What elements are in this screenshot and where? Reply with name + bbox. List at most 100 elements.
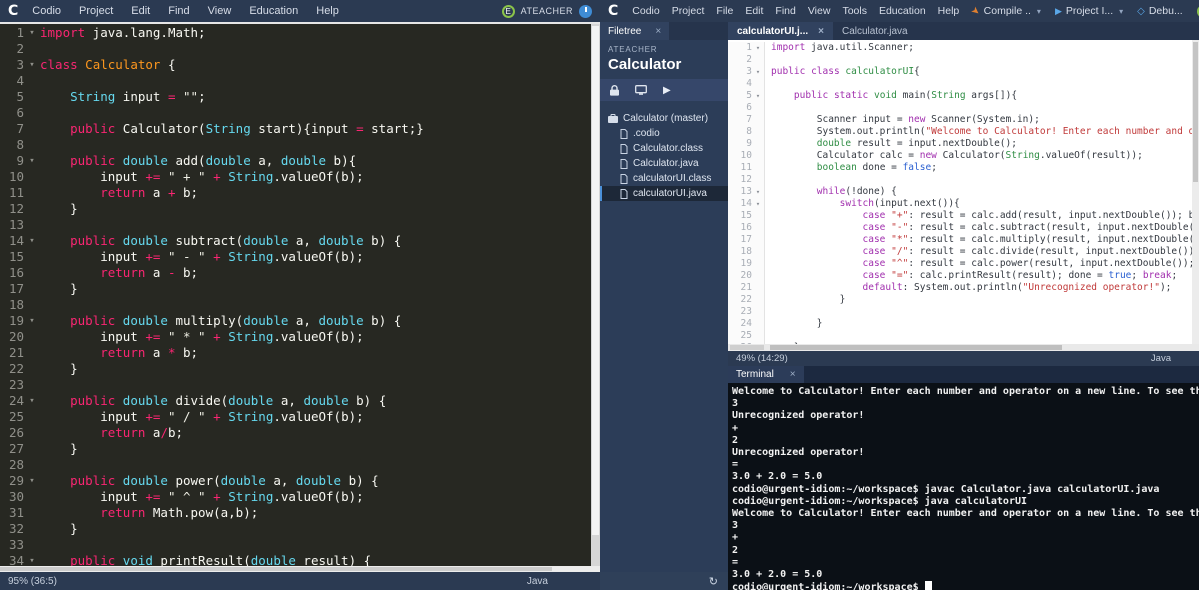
fold-arrow-icon[interactable]: ▾ [752, 198, 764, 210]
token: double [123, 473, 168, 488]
file-item-calculator-class[interactable]: Calculator.class [600, 141, 728, 156]
line-number: 6 [0, 105, 24, 121]
token [206, 489, 214, 504]
file-item-calculatorui-java[interactable]: calculatorUI.java [600, 186, 728, 201]
line-number: 8 [0, 137, 24, 153]
line-number: 30 [0, 489, 24, 505]
scrollbar-thumb[interactable] [770, 345, 1062, 350]
fold-arrow-icon[interactable]: ▾ [24, 553, 40, 566]
fold-arrow-icon[interactable]: ▾ [752, 42, 764, 54]
close-icon[interactable]: × [655, 26, 661, 37]
menu-item-project[interactable]: Project [79, 5, 113, 17]
code-text: public class calculatorUI{ [771, 66, 920, 78]
menu-item-education[interactable]: Education [879, 5, 926, 17]
token: result) { [296, 553, 371, 566]
token: ; [1171, 270, 1177, 281]
terminal-tabbar: Terminal × [728, 366, 1199, 383]
close-icon[interactable]: × [818, 26, 824, 37]
scrollbar-thumb[interactable] [592, 26, 599, 535]
editor-tab-calculatoruij[interactable]: calculatorUI.j...× [728, 22, 833, 40]
toolbar-button-compile[interactable]: ➤Compile ..▾ [971, 5, 1041, 17]
gutter: 18 [728, 246, 765, 258]
filetree-toolbar: ▶ [600, 79, 728, 101]
play-icon[interactable]: ▶ [663, 85, 671, 96]
close-icon[interactable]: × [790, 369, 796, 380]
fold-arrow-icon[interactable]: ▾ [752, 186, 764, 198]
refresh-icon[interactable]: ↻ [709, 575, 718, 588]
fold-arrow-icon[interactable]: ▾ [24, 57, 40, 73]
token: += [145, 489, 160, 504]
token [771, 210, 863, 221]
menu-item-project[interactable]: Project [672, 5, 705, 17]
language-mode[interactable]: Java [527, 576, 548, 587]
gutter: 22 [728, 294, 765, 306]
language-mode[interactable]: Java [1151, 353, 1171, 364]
fold-arrow-icon[interactable]: ▾ [24, 313, 40, 329]
fold-arrow-icon[interactable]: ▾ [24, 473, 40, 489]
left-code-editor[interactable]: 1▾import java.lang.Math;23▾class Calcula… [0, 24, 591, 566]
token: String [1006, 150, 1040, 161]
fold-arrow-icon[interactable]: ▾ [24, 25, 40, 41]
tree-root[interactable]: Calculator (master) [600, 111, 728, 126]
file-item-calculator-java[interactable]: Calculator.java [600, 156, 728, 171]
left-editor-vscrollbar[interactable] [591, 24, 600, 566]
right-editor-vscrollbar[interactable] [1192, 40, 1199, 344]
line-number: 2 [728, 54, 752, 66]
fold-arrow-icon[interactable]: ▾ [24, 233, 40, 249]
terminal-output[interactable]: Welcome to Calculator! Enter each number… [728, 383, 1199, 590]
code-text: Calculator calc = new Calculator(String.… [771, 150, 1143, 162]
scrollbar-thumb[interactable] [1193, 42, 1198, 182]
menu-item-tools[interactable]: Tools [842, 5, 867, 17]
code-line: 12 [728, 174, 1192, 186]
terminal-line: codio@urgent-idiom:~/workspace$ [732, 581, 1195, 590]
cursor-position: 95% (36:5) [8, 576, 57, 587]
file-item--codio[interactable]: .codio [600, 126, 728, 141]
token: } [40, 441, 78, 456]
token: " / " [168, 409, 206, 424]
line-number: 14 [728, 198, 752, 210]
editor-tab-calculatorjava[interactable]: Calculator.java [833, 22, 917, 40]
scrollbar-thumb[interactable] [730, 345, 764, 350]
codio-logo-icon[interactable]: C [8, 3, 18, 19]
fold-arrow-icon[interactable]: ▾ [752, 66, 764, 78]
scrollbar-thumb[interactable] [0, 567, 552, 571]
token: " + " [168, 169, 206, 184]
right-editor-hscrollbar[interactable] [728, 344, 1199, 351]
left-editor-hscrollbar[interactable] [0, 566, 600, 572]
monitor-icon[interactable] [635, 85, 647, 96]
menu-item-codio[interactable]: Codio [632, 5, 659, 17]
power-icon[interactable] [579, 5, 592, 18]
lock-icon[interactable] [610, 85, 619, 96]
menu-item-help[interactable]: Help [316, 5, 339, 17]
menu-item-view[interactable]: View [208, 5, 232, 17]
code-line: 1▾import java.util.Scanner; [728, 42, 1192, 54]
menu-item-edit[interactable]: Edit [745, 5, 763, 17]
fold-spacer [752, 162, 764, 174]
fold-arrow-icon[interactable]: ▾ [24, 153, 40, 169]
fold-arrow-icon[interactable]: ▾ [752, 90, 764, 102]
menu-item-find[interactable]: Find [775, 5, 795, 17]
token: public [70, 313, 115, 328]
menu-item-edit[interactable]: Edit [131, 5, 150, 17]
file-item-calculatorui-class[interactable]: calculatorUI.class [600, 171, 728, 186]
menu-item-file[interactable]: File [716, 5, 733, 17]
terminal-line: codio@urgent-idiom:~/workspace$ java cal… [732, 496, 1195, 508]
menu-item-codio[interactable]: Codio [32, 5, 61, 17]
menu-item-education[interactable]: Education [249, 5, 298, 17]
toolbar-button-projecti[interactable]: ▶Project I...▾ [1055, 5, 1123, 17]
menu-item-view[interactable]: View [808, 5, 831, 17]
token: void [123, 553, 153, 566]
terminal-tab[interactable]: Terminal × [728, 366, 804, 383]
filetree-tab[interactable]: Filetree × [600, 22, 669, 40]
code-line: 16 return a - b; [0, 265, 591, 281]
user-initial-badge[interactable]: E [502, 5, 515, 18]
line-number: 9 [728, 138, 752, 150]
right-code-editor[interactable]: 1▾import java.util.Scanner;23▾public cla… [728, 40, 1192, 344]
file-icon [620, 174, 628, 184]
codio-logo-icon[interactable]: C [608, 3, 618, 19]
toolbar-button-debu[interactable]: ◇Debu... [1137, 5, 1183, 17]
terminal-line: 3 [732, 398, 1195, 410]
menu-item-find[interactable]: Find [168, 5, 189, 17]
fold-arrow-icon[interactable]: ▾ [24, 393, 40, 409]
menu-item-help[interactable]: Help [938, 5, 960, 17]
